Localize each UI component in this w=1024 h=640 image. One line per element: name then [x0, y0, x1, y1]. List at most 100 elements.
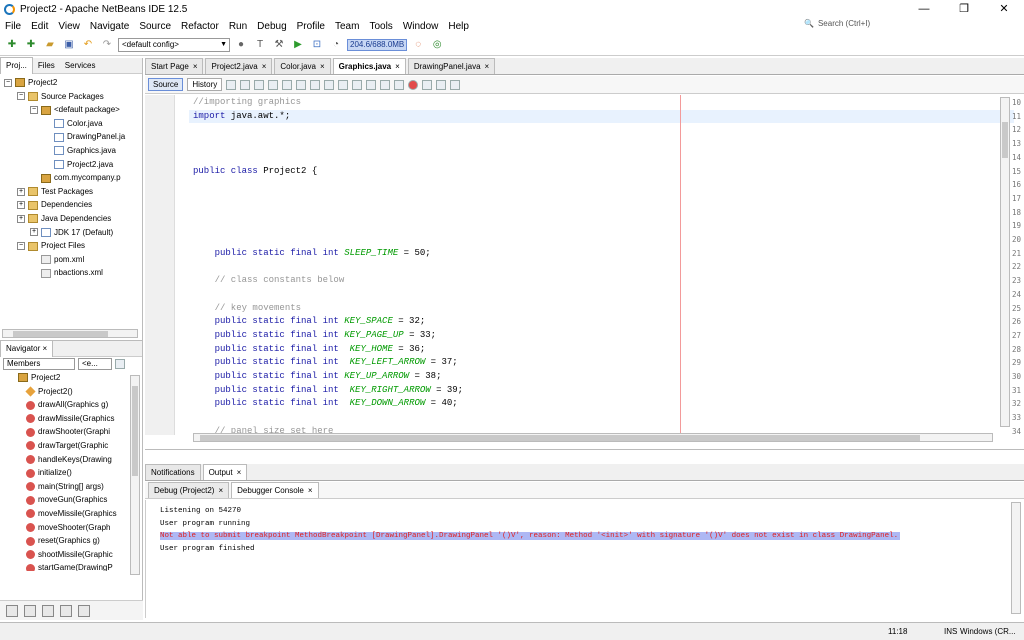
profile-ide-icon[interactable]: ◎ [429, 37, 445, 53]
tree-toggle-icon[interactable]: + [17, 214, 25, 223]
back-icon[interactable] [240, 79, 251, 90]
toggle-highlight-icon[interactable] [310, 79, 321, 90]
menu-edit[interactable]: Edit [26, 21, 53, 32]
editor-tab[interactable]: Project2.java × [205, 58, 273, 74]
tree-node[interactable]: − Project2 [0, 76, 142, 90]
stop-macro-icon[interactable] [422, 79, 433, 90]
navigator-member[interactable]: drawShooter(Graphi [0, 425, 142, 439]
filter-icon[interactable] [115, 359, 125, 369]
close-icon[interactable]: × [237, 468, 242, 477]
tree-node[interactable]: Color.java [0, 117, 142, 131]
find-prev-icon[interactable] [282, 79, 293, 90]
tree-node[interactable]: + Dependencies [0, 198, 142, 212]
menu-source[interactable]: Source [134, 21, 176, 32]
tree-toggle-icon[interactable]: − [30, 106, 38, 115]
caret-position[interactable]: 11:18 [888, 627, 907, 636]
menu-run[interactable]: Run [224, 21, 252, 32]
search-input[interactable]: Search (Ctrl+I) [818, 19, 870, 28]
tree-toggle-icon[interactable]: + [30, 228, 38, 237]
console-vertical-scrollbar[interactable] [1011, 502, 1021, 614]
forward-icon[interactable] [254, 79, 265, 90]
navigator-member[interactable]: initialize() [0, 466, 142, 480]
tab-services[interactable]: Services [60, 58, 101, 74]
search-box[interactable]: 🔍 Search (Ctrl+I) [804, 19, 954, 28]
menu-window[interactable]: Window [398, 21, 444, 32]
menu-tools[interactable]: Tools [364, 21, 397, 32]
navigator-member[interactable]: startGame(DrawingP [0, 561, 142, 571]
shift-right-icon[interactable] [394, 79, 405, 90]
prev-bookmark-icon[interactable] [338, 79, 349, 90]
menu-team[interactable]: Team [330, 21, 364, 32]
config-select[interactable]: <default config> ▼ [118, 37, 230, 52]
profile-icon[interactable]: ◔ [328, 37, 344, 53]
history-view-button[interactable]: History [187, 78, 223, 91]
navigator-member[interactable]: main(String[] args) [0, 480, 142, 494]
close-icon[interactable]: × [42, 344, 47, 353]
toggle-rect-select-icon[interactable] [324, 79, 335, 90]
redo-icon[interactable]: ↷ [99, 37, 115, 53]
find-icon[interactable] [268, 79, 279, 90]
start-macro-icon[interactable] [408, 79, 419, 90]
gc-icon[interactable]: ◌ [410, 37, 426, 53]
output-tab[interactable]: Notifications [145, 464, 201, 480]
tree-toggle-icon[interactable]: − [17, 92, 25, 101]
close-icon[interactable]: × [262, 62, 267, 71]
tree-toggle-icon[interactable]: + [17, 187, 25, 196]
tree-toggle-icon[interactable]: − [4, 78, 12, 87]
source-view-button[interactable]: Source [148, 78, 184, 91]
line-ending[interactable]: Windows (CR... [960, 627, 1016, 636]
uncomment-icon[interactable] [450, 79, 461, 90]
tree-node[interactable]: − Source Packages [0, 90, 142, 104]
navigator-member[interactable]: Project2() [0, 385, 142, 399]
editor-tab[interactable]: Color.java × [274, 58, 331, 74]
menu-help[interactable]: Help [443, 21, 474, 32]
comment-icon[interactable] [436, 79, 447, 90]
tree-node[interactable]: DrawingPanel.ja [0, 130, 142, 144]
console-tab[interactable]: Debugger Console × [231, 482, 319, 498]
find-next-icon[interactable] [296, 79, 307, 90]
tab-projects[interactable]: Proj... [0, 57, 33, 74]
close-icon[interactable]: × [395, 62, 400, 71]
code-editor[interactable]: 10//importing graphics 11 import java.awt.… [145, 95, 1024, 435]
tab-navigator[interactable]: Navigator × [0, 340, 54, 357]
save-all-icon[interactable]: ▣ [61, 37, 77, 53]
debug-icon[interactable]: ⊡ [309, 37, 325, 53]
tree-node[interactable]: Graphics.java [0, 144, 142, 158]
navigator-member[interactable]: Project2 [0, 371, 142, 385]
tree-node[interactable]: pom.xml [0, 253, 142, 267]
tree-node[interactable]: nbactions.xml [0, 266, 142, 280]
members-select[interactable]: Members [3, 358, 75, 370]
close-icon[interactable]: × [308, 486, 313, 495]
tree-node[interactable]: Project2.java [0, 158, 142, 172]
navigator-member[interactable]: moveShooter(Graph [0, 521, 142, 535]
navigator-member[interactable]: moveMissile(Graphics [0, 507, 142, 521]
menu-navigate[interactable]: Navigate [85, 21, 134, 32]
close-window-button[interactable]: ✕ [984, 0, 1024, 18]
navigator-vertical-scrollbar[interactable] [130, 375, 140, 575]
inherited-icon[interactable] [78, 604, 90, 617]
tree-node[interactable]: + JDK 17 (Default) [0, 226, 142, 240]
navigator-member[interactable]: drawAll(Graphics g) [0, 398, 142, 412]
static-icon[interactable] [42, 604, 54, 617]
tree-node[interactable]: + Java Dependencies [0, 212, 142, 226]
menu-file[interactable]: File [0, 21, 26, 32]
new-file-icon[interactable]: ✚ [4, 37, 20, 53]
editor-tab[interactable]: Start Page × [145, 58, 204, 74]
menu-debug[interactable]: Debug [252, 21, 291, 32]
tree-node[interactable]: − <default package> [0, 103, 142, 117]
tab-files[interactable]: Files [33, 58, 60, 74]
next-bookmark-icon[interactable] [352, 79, 363, 90]
tree-node[interactable]: com.mycompany.p [0, 171, 142, 185]
close-icon[interactable]: × [193, 62, 198, 71]
menu-view[interactable]: View [53, 21, 85, 32]
minimize-button[interactable]: — [904, 0, 944, 18]
output-tab[interactable]: Output × [202, 464, 248, 480]
run-icon[interactable]: ▶ [290, 37, 306, 53]
editor-vertical-scrollbar[interactable] [1000, 97, 1010, 427]
tree-node[interactable]: + Test Packages [0, 185, 142, 199]
projects-horizontal-scrollbar[interactable] [2, 329, 138, 338]
editor-tab[interactable]: DrawingPanel.java × [407, 58, 496, 74]
last-edit-icon[interactable] [226, 79, 237, 90]
navigator-member[interactable]: drawMissile(Graphics [0, 412, 142, 426]
navigator-member[interactable]: drawTarget(Graphic [0, 439, 142, 453]
